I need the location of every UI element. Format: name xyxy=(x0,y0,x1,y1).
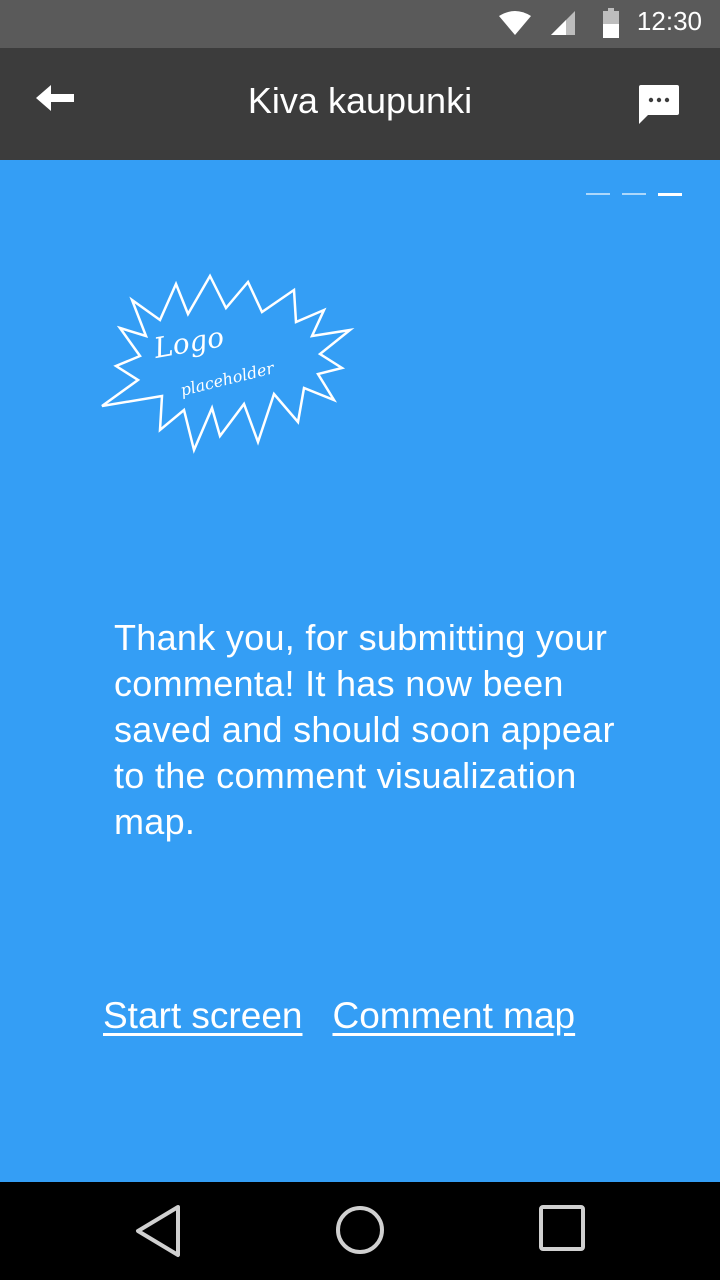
page-indicator xyxy=(586,193,682,196)
status-time: 12:30 xyxy=(636,6,702,36)
home-circle-icon[interactable] xyxy=(334,1204,386,1261)
link-row: Start screen Comment map xyxy=(103,995,575,1037)
wifi-icon xyxy=(498,10,532,41)
page-dot-3-active xyxy=(658,193,682,196)
app-bar: Kiva kaupunki xyxy=(0,48,720,160)
status-bar: 12:30 xyxy=(0,0,720,48)
chat-bubble-icon[interactable] xyxy=(636,84,680,131)
cell-signal-icon xyxy=(550,10,576,41)
page-dot-1 xyxy=(586,193,610,195)
starburst-shape xyxy=(101,273,355,454)
recents-square-icon[interactable] xyxy=(538,1204,586,1257)
page-dot-2 xyxy=(622,193,646,195)
content-area: Logo placeholder Thank you, for submitti… xyxy=(0,160,720,1182)
back-triangle-icon[interactable] xyxy=(134,1204,184,1263)
comment-map-link[interactable]: Comment map xyxy=(332,995,575,1037)
app-title: Kiva kaupunki xyxy=(247,80,473,121)
start-screen-link[interactable]: Start screen xyxy=(103,995,302,1037)
logo-word-1: Logo xyxy=(151,320,227,365)
confirmation-message: Thank you, for submitting your commenta!… xyxy=(114,617,615,842)
battery-icon xyxy=(603,8,619,43)
logo-placeholder: Logo placeholder xyxy=(98,270,358,465)
logo-word-2: placeholder xyxy=(178,358,277,400)
system-nav-bar xyxy=(0,1182,720,1280)
